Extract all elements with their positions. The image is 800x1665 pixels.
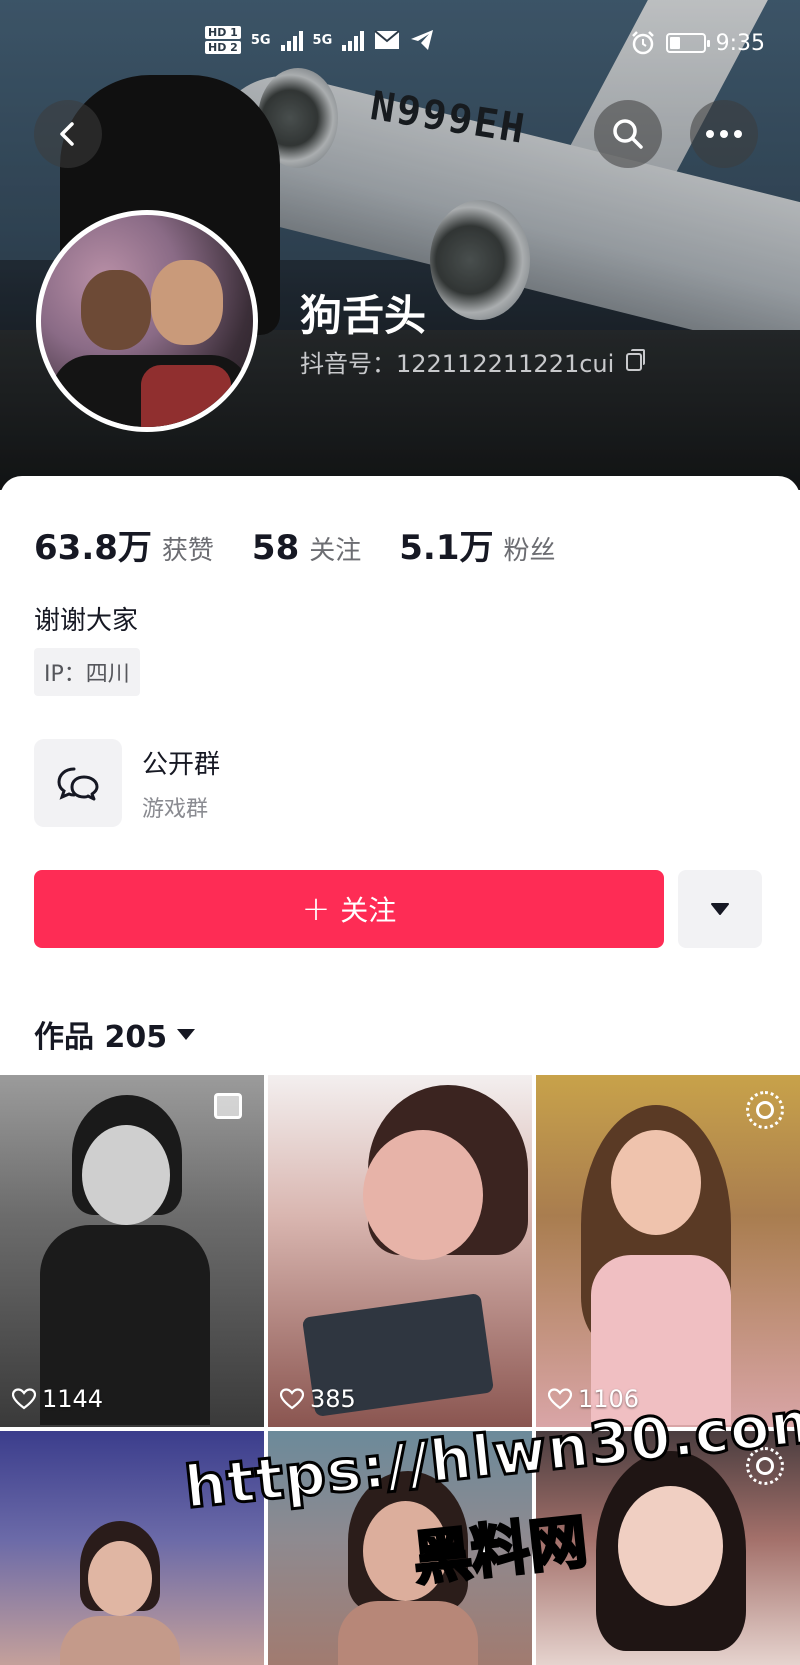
watermark-site-name: 黑料网 bbox=[409, 1506, 592, 1595]
douyin-id-row[interactable]: 抖音号：122112211221cui bbox=[300, 344, 646, 379]
status-bar-right: 9:35 bbox=[630, 30, 765, 56]
caret-down-icon bbox=[177, 1028, 196, 1040]
status-bar-left: HD 1 HD 2 5G 5G bbox=[205, 26, 434, 54]
network-type-2: 5G bbox=[312, 32, 333, 48]
follow-button-label: 关注 bbox=[340, 894, 397, 927]
video-like-count: 1144 bbox=[12, 1385, 103, 1413]
stat-followers[interactable]: 5.1万 粉丝 bbox=[399, 520, 555, 569]
more-actions-dropdown-button[interactable] bbox=[678, 870, 762, 948]
stat-following-label: 关注 bbox=[309, 536, 362, 566]
stat-following[interactable]: 58 关注 bbox=[252, 528, 361, 568]
stat-followers-label: 粉丝 bbox=[503, 536, 556, 566]
group-chat-subtitle: 游戏群 bbox=[142, 796, 209, 822]
douyin-id-text: 抖音号：122112211221cui bbox=[300, 350, 615, 378]
heart-icon bbox=[280, 1388, 304, 1410]
pin-icon bbox=[214, 1093, 242, 1119]
video-like-number: 1144 bbox=[42, 1385, 104, 1413]
profile-stats: 63.8万 获赞 58 关注 5.1万 粉丝 bbox=[34, 520, 556, 569]
tab-works[interactable]: 作品 205 bbox=[34, 1012, 196, 1056]
avatar[interactable] bbox=[36, 210, 258, 432]
avatar-clothing-print bbox=[141, 365, 231, 427]
stat-likes-label: 获赞 bbox=[161, 536, 214, 566]
status-bar: HD 1 HD 2 5G 5G 9:35 bbox=[0, 0, 800, 90]
hd-label-2: HD 2 bbox=[205, 41, 241, 54]
stat-following-number: 58 bbox=[251, 528, 300, 568]
profile-nickname: 狗舌头 bbox=[300, 291, 427, 340]
profile-bio: 谢谢大家 bbox=[34, 606, 139, 636]
back-arrow-icon bbox=[60, 122, 74, 146]
profile-info-panel: 63.8万 获赞 58 关注 5.1万 粉丝 谢谢大家 IP：四川 公开群 游戏… bbox=[0, 476, 800, 1076]
search-icon bbox=[613, 119, 643, 149]
mail-icon bbox=[374, 30, 400, 49]
hd-indicators: HD 1 HD 2 bbox=[205, 26, 241, 54]
search-button[interactable] bbox=[594, 100, 662, 168]
video-like-number: 385 bbox=[310, 1385, 356, 1413]
thumbnail-figure bbox=[88, 1541, 152, 1616]
group-chat-icon bbox=[57, 767, 99, 801]
battery-icon bbox=[665, 33, 710, 53]
alarm-icon bbox=[631, 31, 654, 55]
thumbnail-figure bbox=[611, 1130, 701, 1235]
ip-location-tag: IP：四川 bbox=[34, 648, 140, 696]
group-icon-box bbox=[34, 739, 122, 827]
stat-likes[interactable]: 63.8万 获赞 bbox=[34, 520, 214, 569]
more-icon bbox=[706, 130, 742, 138]
heart-icon bbox=[12, 1388, 36, 1410]
avatar-person-left bbox=[81, 270, 151, 350]
caret-down-icon bbox=[711, 903, 729, 915]
group-chat-text: 公开群 游戏群 bbox=[142, 744, 220, 823]
group-chat-title: 公开群 bbox=[142, 749, 221, 780]
stat-followers-number: 5.1万 bbox=[399, 528, 494, 568]
tab-works-label: 作品 205 bbox=[34, 1020, 168, 1055]
group-chat-card[interactable]: 公开群 游戏群 bbox=[34, 738, 634, 828]
signal-icon bbox=[280, 29, 303, 51]
live-icon bbox=[746, 1091, 784, 1129]
video-thumbnail[interactable]: 1144 bbox=[0, 1075, 264, 1427]
network-type-1: 5G bbox=[250, 32, 271, 48]
hd-label-1: HD 1 bbox=[205, 26, 241, 39]
signal-icon bbox=[342, 29, 365, 51]
thumbnail-figure bbox=[82, 1125, 170, 1225]
video-like-count: 385 bbox=[280, 1385, 356, 1413]
video-thumbnail[interactable]: 1106 bbox=[536, 1075, 800, 1427]
video-thumbnail[interactable]: 385 bbox=[268, 1075, 532, 1427]
copy-icon[interactable] bbox=[626, 348, 646, 371]
plus-icon: + bbox=[301, 889, 331, 929]
follow-button[interactable]: + 关注 bbox=[34, 870, 664, 948]
back-button[interactable] bbox=[34, 100, 102, 168]
status-time: 9:35 bbox=[715, 30, 765, 56]
more-button[interactable] bbox=[690, 100, 758, 168]
thumbnail-figure bbox=[363, 1130, 483, 1260]
thumbnail-figure bbox=[60, 1616, 180, 1665]
telegram-icon bbox=[411, 30, 434, 50]
avatar-person-right bbox=[151, 260, 223, 345]
stat-likes-number: 63.8万 bbox=[34, 528, 152, 568]
